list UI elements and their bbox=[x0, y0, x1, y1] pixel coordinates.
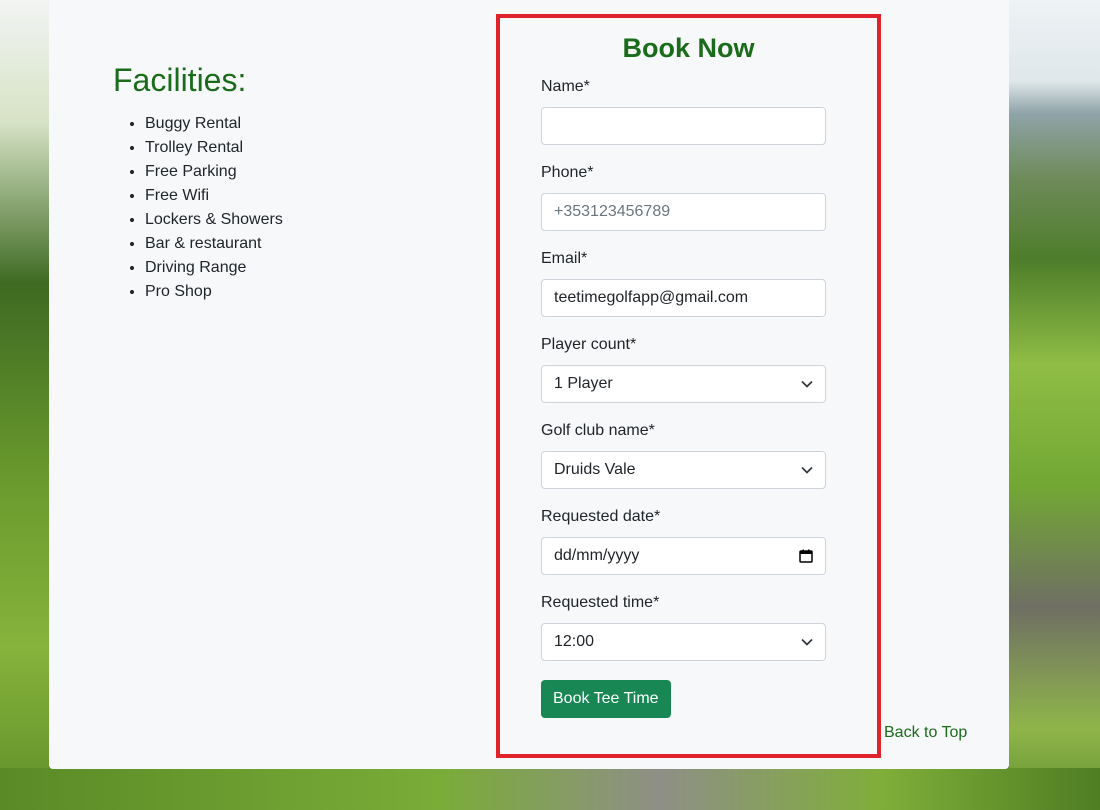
email-field[interactable] bbox=[541, 279, 826, 317]
background-scenery-right bbox=[1009, 0, 1100, 810]
club-label: Golf club name* bbox=[541, 422, 655, 439]
email-input[interactable] bbox=[554, 280, 813, 316]
phone-label: Phone* bbox=[541, 164, 594, 181]
name-field[interactable] bbox=[541, 107, 826, 145]
time-label: Requested time* bbox=[541, 594, 660, 611]
facility-item: Free Wifi bbox=[145, 184, 283, 208]
facility-item: Bar & restaurant bbox=[145, 232, 283, 256]
facility-item: Buggy Rental bbox=[145, 112, 283, 136]
club-value: Druids Vale bbox=[554, 461, 636, 478]
player-count-select[interactable]: 1 Player bbox=[541, 365, 826, 403]
date-field[interactable]: dd/mm/yyyy bbox=[541, 537, 826, 575]
calendar-icon[interactable] bbox=[799, 549, 813, 563]
name-input[interactable] bbox=[554, 108, 813, 144]
facility-item: Free Parking bbox=[145, 160, 283, 184]
back-to-top-link[interactable]: Back to Top bbox=[884, 724, 967, 742]
booking-form: Book Now Name* Phone* Email* Player coun… bbox=[496, 14, 881, 758]
facilities-heading: Facilities: bbox=[113, 62, 247, 98]
background-scenery-bottom bbox=[0, 768, 1100, 810]
email-label: Email* bbox=[541, 250, 588, 267]
facility-item: Pro Shop bbox=[145, 280, 283, 304]
chevron-down-icon bbox=[801, 380, 813, 388]
club-select[interactable]: Druids Vale bbox=[541, 451, 826, 489]
booking-title: Book Now bbox=[622, 33, 755, 63]
facility-item: Trolley Rental bbox=[145, 136, 283, 160]
phone-input[interactable] bbox=[554, 194, 813, 230]
player-count-label: Player count* bbox=[541, 336, 637, 353]
facility-item: Lockers & Showers bbox=[145, 208, 283, 232]
date-value: dd/mm/yyyy bbox=[554, 547, 640, 564]
time-select[interactable]: 12:00 bbox=[541, 623, 826, 661]
phone-field[interactable] bbox=[541, 193, 826, 231]
chevron-down-icon bbox=[801, 466, 813, 474]
date-label: Requested date* bbox=[541, 508, 661, 525]
name-label: Name* bbox=[541, 78, 590, 95]
background-scenery-left bbox=[0, 0, 49, 810]
chevron-down-icon bbox=[801, 638, 813, 646]
time-value: 12:00 bbox=[554, 633, 595, 650]
player-count-value: 1 Player bbox=[554, 375, 613, 392]
facilities-list: Buggy Rental Trolley Rental Free Parking… bbox=[113, 112, 283, 304]
facility-item: Driving Range bbox=[145, 256, 283, 280]
book-tee-time-button[interactable]: Book Tee Time bbox=[541, 680, 671, 718]
